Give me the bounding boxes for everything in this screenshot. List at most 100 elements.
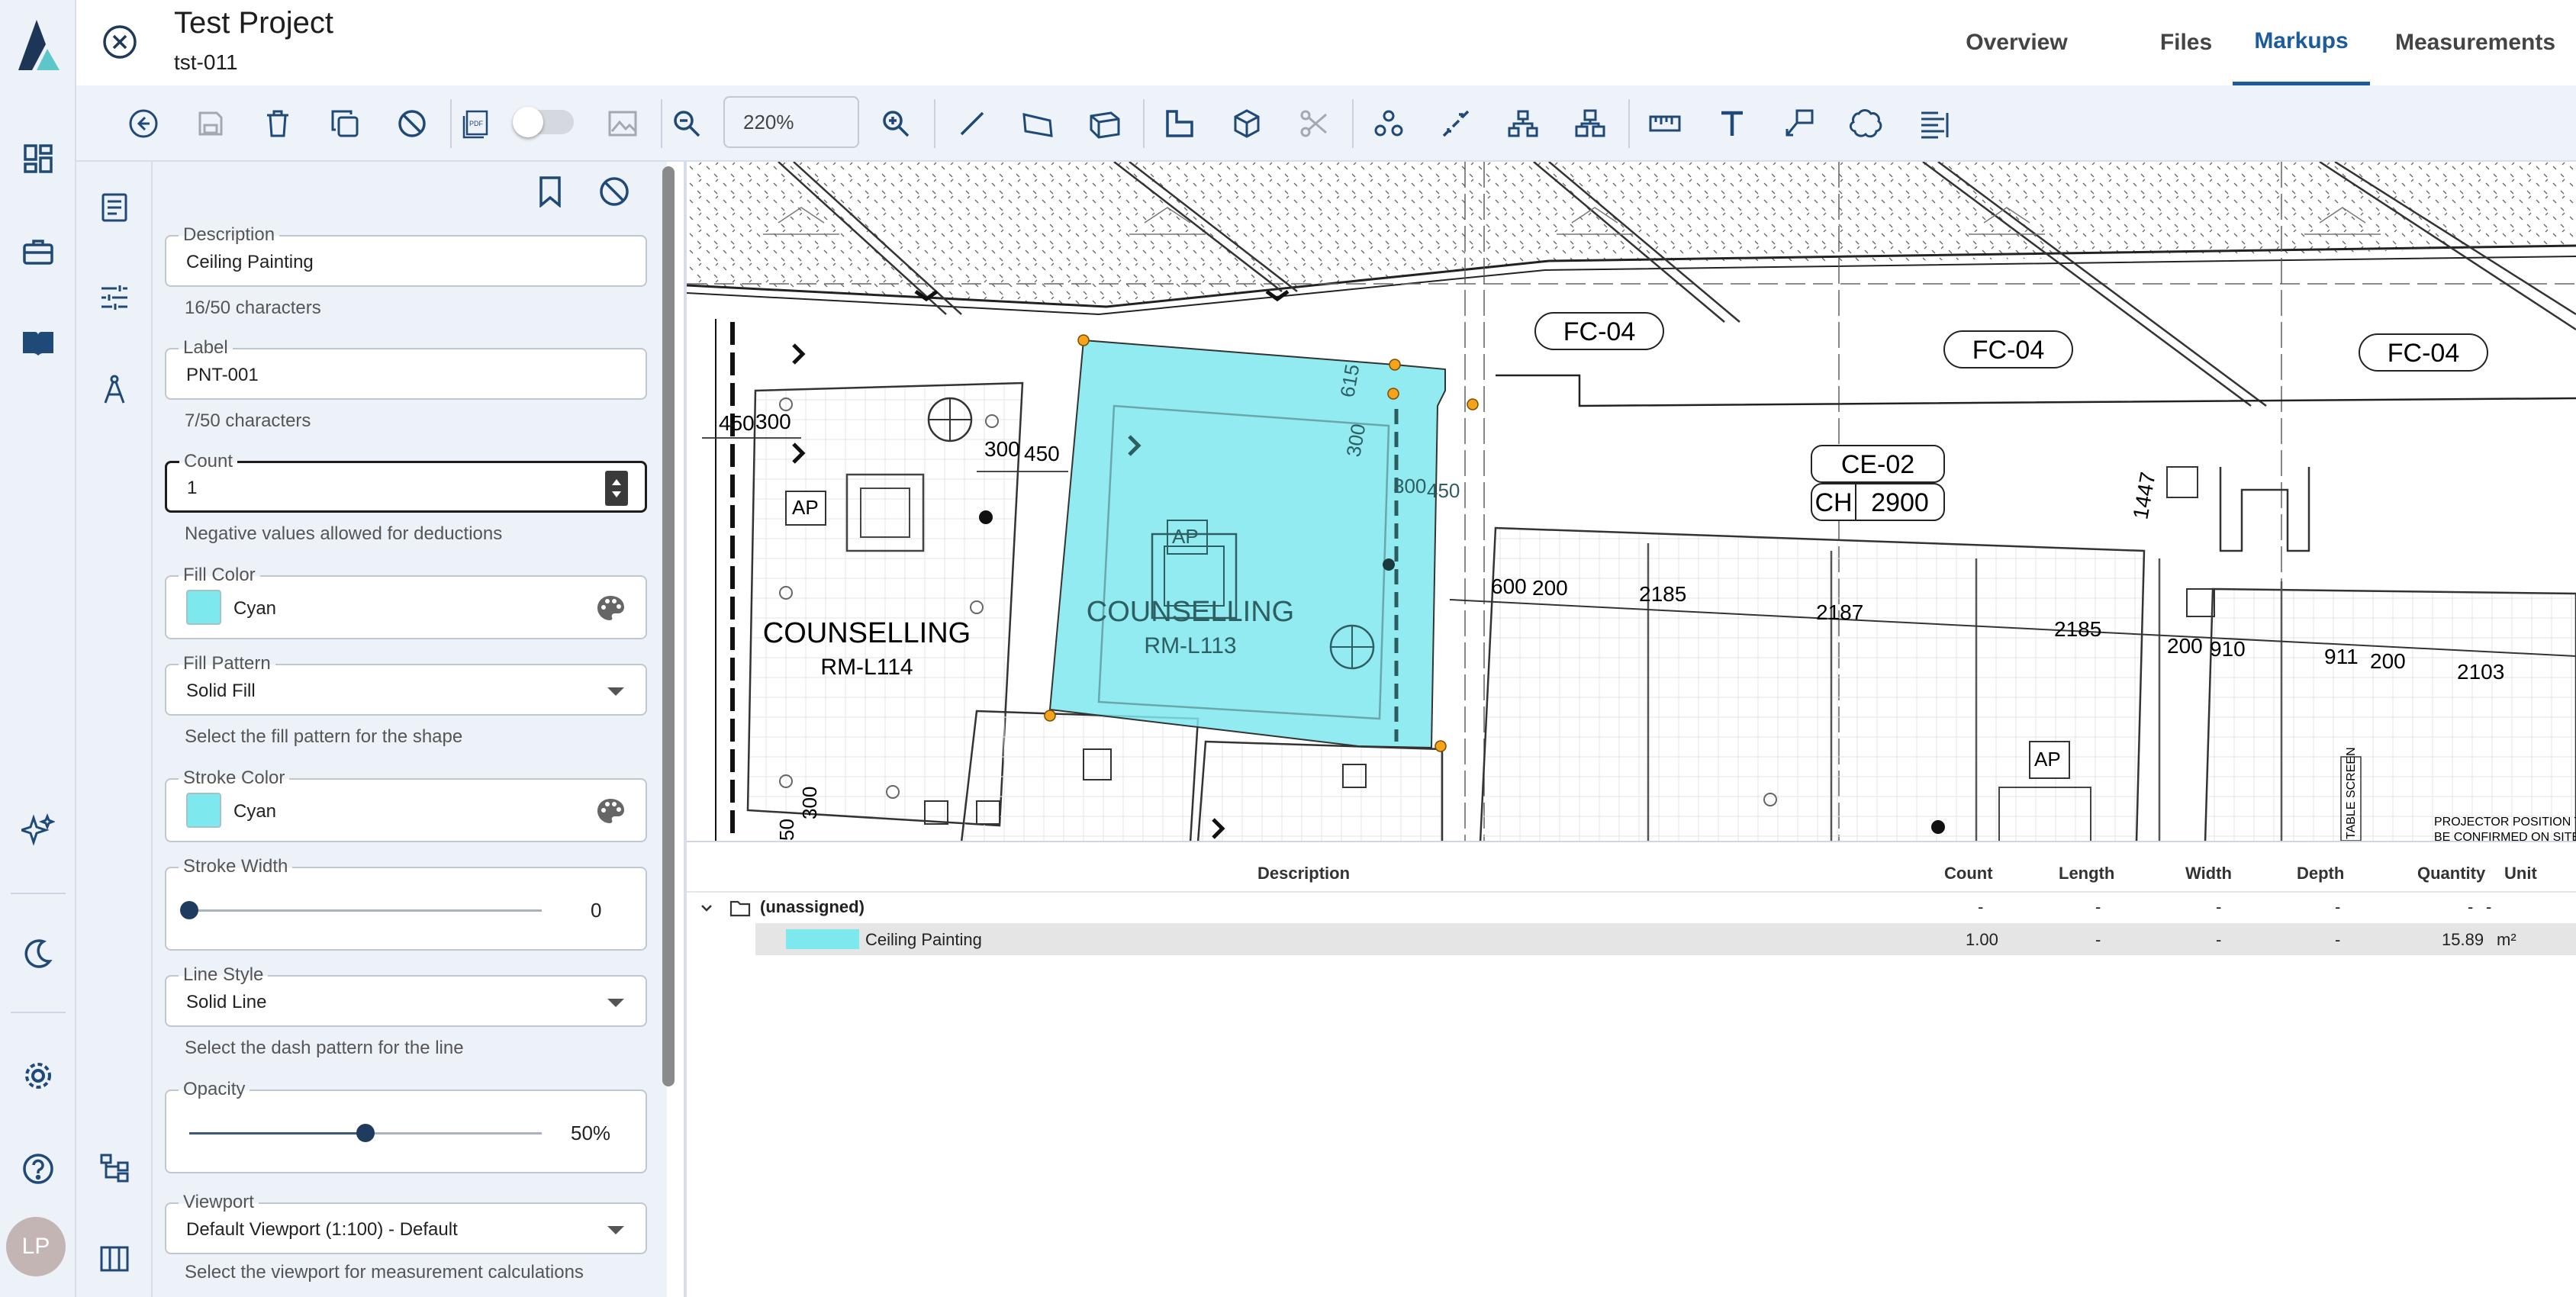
properties-panel-icon[interactable] xyxy=(93,186,136,229)
column-header-description[interactable]: Description xyxy=(1257,864,1350,883)
svg-text:PDF: PDF xyxy=(469,120,484,127)
chevron-down-icon[interactable] xyxy=(699,900,714,916)
viewport-value: Default Viewport (1:100) - Default xyxy=(186,1219,458,1240)
row-unit: m² xyxy=(2497,930,2516,949)
tree-view-icon[interactable] xyxy=(93,1146,136,1189)
count-field[interactable]: Count 1 xyxy=(165,451,647,513)
group-tool-icon[interactable] xyxy=(1369,104,1409,143)
tab-overview[interactable]: Overview xyxy=(1944,0,2089,85)
image-icon[interactable] xyxy=(603,104,642,143)
zoom-level-input[interactable]: 220% xyxy=(723,96,859,148)
dimension-label: 910 xyxy=(2210,637,2246,661)
toolbar-separator xyxy=(661,99,662,148)
cloud-tool-icon[interactable] xyxy=(1847,104,1886,143)
columns-view-icon[interactable] xyxy=(93,1237,136,1280)
dimension-label: 450 xyxy=(1427,479,1460,502)
count-stepper[interactable] xyxy=(605,471,628,506)
line-style-select[interactable]: Line Style Solid Line xyxy=(165,964,647,1027)
briefcase-icon[interactable] xyxy=(17,230,60,273)
opacity-slider[interactable] xyxy=(356,1124,375,1142)
back-icon[interactable] xyxy=(124,104,163,143)
dimension-label: 600 xyxy=(1491,574,1527,598)
dimension-label: 2185 xyxy=(2054,617,2101,641)
ap-label: AP xyxy=(1172,525,1199,548)
layer-toggle[interactable] xyxy=(513,107,574,137)
zoom-in-icon[interactable] xyxy=(876,104,916,143)
block-icon[interactable] xyxy=(598,175,632,209)
close-project-icon[interactable] xyxy=(101,23,139,61)
label-char-count: 7/50 characters xyxy=(185,410,311,431)
book-icon[interactable] xyxy=(17,322,60,365)
dimension-label: 2187 xyxy=(1816,600,1863,624)
column-header-unit[interactable]: Unit xyxy=(2504,864,2537,883)
table-row[interactable]: Ceiling Painting 1.00 - - - 15.89 m² xyxy=(755,923,2576,955)
delete-icon[interactable] xyxy=(258,104,298,143)
group-length: - xyxy=(2095,897,2101,916)
box-tool-icon[interactable] xyxy=(1227,104,1267,143)
markup-toolbar: PDF 220% xyxy=(76,85,2576,162)
hierarchy-tool-icon[interactable] xyxy=(1503,104,1543,143)
adjustments-panel-icon[interactable] xyxy=(93,276,136,319)
dashboard-icon[interactable] xyxy=(17,137,60,180)
group-unit: - xyxy=(2486,897,2492,916)
room-tool-icon[interactable] xyxy=(1160,104,1199,143)
color-swatch xyxy=(786,929,859,949)
stack-tool-icon[interactable] xyxy=(1570,104,1610,143)
fill-pattern-select[interactable]: Fill Pattern Solid Fill xyxy=(165,653,647,716)
row-count: 1.00 xyxy=(1966,930,1998,949)
bookmark-icon[interactable] xyxy=(537,175,568,211)
count-helper: Negative values allowed for deductions xyxy=(185,523,503,544)
help-icon[interactable] xyxy=(17,1147,60,1190)
tab-markups[interactable]: Markups xyxy=(2233,0,2370,85)
opacity-field: Opacity 50% xyxy=(165,1079,647,1173)
fill-color-field[interactable]: Fill Color Cyan xyxy=(165,565,647,639)
callout-tool-icon[interactable] xyxy=(1779,104,1819,143)
save-icon[interactable] xyxy=(191,104,230,143)
column-header-length[interactable]: Length xyxy=(2059,864,2114,883)
cut-icon[interactable] xyxy=(1294,104,1334,143)
dark-mode-icon[interactable] xyxy=(17,932,60,975)
palette-icon[interactable] xyxy=(595,797,626,827)
split-tool-icon[interactable] xyxy=(1436,104,1476,143)
compass-panel-icon[interactable] xyxy=(93,368,136,410)
description-field[interactable]: Description Ceiling Painting xyxy=(165,224,647,287)
column-header-quantity[interactable]: Quantity xyxy=(2417,864,2485,883)
viewport-select[interactable]: Viewport Default Viewport (1:100) - Defa… xyxy=(165,1192,647,1254)
dimension-label: 200 xyxy=(1532,576,1568,600)
ai-sparkle-icon[interactable] xyxy=(17,809,60,851)
column-header-width[interactable]: Width xyxy=(2185,864,2232,883)
dimension-label: 1447 xyxy=(2128,470,2159,521)
stroke-width-slider[interactable] xyxy=(180,901,198,919)
stroke-width-track[interactable] xyxy=(189,909,542,912)
folder-icon xyxy=(729,899,751,917)
zoom-out-icon[interactable] xyxy=(667,104,707,143)
line-tool-icon[interactable] xyxy=(952,104,992,143)
column-header-depth[interactable]: Depth xyxy=(2297,864,2344,883)
area-tool-icon[interactable] xyxy=(1018,104,1058,143)
copy-icon[interactable] xyxy=(325,104,365,143)
column-header-count[interactable]: Count xyxy=(1944,864,1993,883)
app-logo[interactable] xyxy=(14,15,63,73)
row-description: Ceiling Painting xyxy=(865,930,982,949)
block-icon[interactable] xyxy=(392,104,432,143)
legend-tool-icon[interactable] xyxy=(1915,104,1955,143)
stroke-color-field[interactable]: Stroke Color Cyan xyxy=(165,768,647,842)
volume-tool-icon[interactable] xyxy=(1085,104,1125,143)
ap-label: AP xyxy=(2034,748,2061,771)
dimension-label: 450 xyxy=(719,411,755,435)
ruler-icon[interactable] xyxy=(1645,104,1685,143)
pdf-icon[interactable]: PDF xyxy=(455,104,494,143)
tab-files[interactable]: Files xyxy=(2136,0,2236,85)
drawing-canvas[interactable]: FC-04 FC-04 FC-04 COUNSELLING RM-L114 AP… xyxy=(687,162,2576,842)
text-tool-icon[interactable] xyxy=(1712,104,1752,143)
tab-measurements[interactable]: Measurements xyxy=(2385,0,2565,85)
settings-gear-icon[interactable] xyxy=(17,1054,60,1097)
row-width: - xyxy=(2216,930,2222,949)
palette-icon[interactable] xyxy=(595,594,626,624)
room-name: COUNSELLING xyxy=(1087,596,1294,628)
panel-scrollbar[interactable] xyxy=(662,166,675,1086)
label-field[interactable]: Label PNT-001 xyxy=(165,337,647,400)
chevron-down-icon xyxy=(607,999,624,1007)
ceiling-height-label: CH xyxy=(1814,488,1852,517)
avatar[interactable]: LP xyxy=(6,1217,66,1276)
